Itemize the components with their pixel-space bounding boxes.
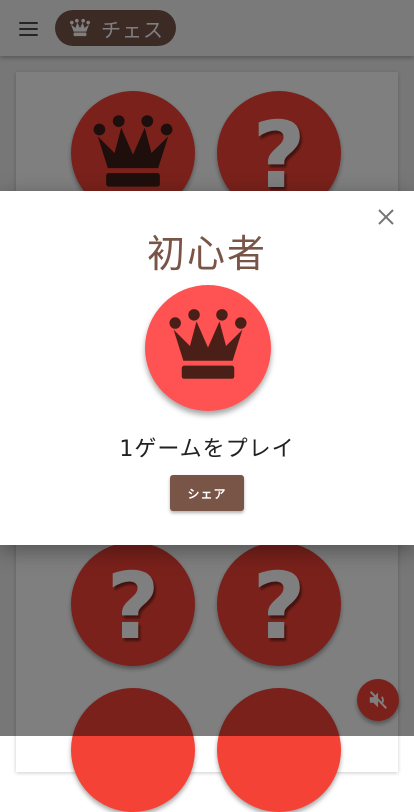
share-button[interactable]: シェア (170, 475, 244, 511)
achievement-description: 1ゲームをプレイ (119, 437, 295, 462)
chess-queen-icon (169, 309, 247, 379)
achievement-badge-large (145, 285, 271, 411)
achievement-dialog: 初心者 1ゲームをプレイ シェア (0, 191, 414, 545)
dialog-title: 初心者 (146, 232, 267, 276)
